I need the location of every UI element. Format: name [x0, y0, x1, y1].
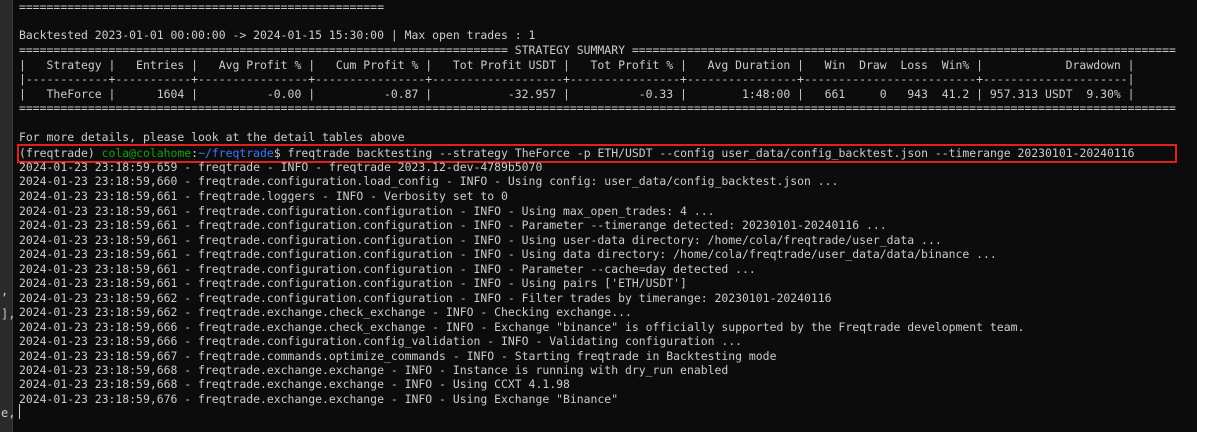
terminal-line: For more details, please look at the det… — [19, 130, 405, 144]
log-line: 2024-01-23 23:18:59,661 - freqtrade.conf… — [19, 218, 887, 232]
table-row: | TheForce | 1604 | -0.00 | -0.87 | -32.… — [19, 87, 1135, 101]
log-line: 2024-01-23 23:18:59,668 - freqtrade.exch… — [19, 363, 729, 377]
table-header-row: | Strategy | Entries | Avg Profit % | Cu… — [19, 58, 1135, 72]
log-line: 2024-01-23 23:18:59,662 - freqtrade.exch… — [19, 305, 632, 319]
log-line: 2024-01-23 23:18:59,661 - freqtrade.conf… — [19, 204, 715, 218]
log-line: 2024-01-23 23:18:59,661 - freqtrade.conf… — [19, 262, 756, 276]
table-separator: |------------+-----------+--------------… — [19, 72, 1135, 86]
log-line: 2024-01-23 23:18:59,661 - freqtrade.conf… — [19, 233, 942, 247]
text-cursor — [19, 404, 20, 419]
terminal-line: ========================================… — [19, 0, 384, 14]
strategy-summary-header: ========================================… — [19, 43, 1176, 57]
log-line: 2024-01-23 23:18:59,666 - freqtrade.exch… — [19, 320, 1025, 334]
terminal-output[interactable]: ========================================… — [13, 0, 1197, 432]
log-line: 2024-01-23 23:18:59,661 - freqtrade.logg… — [19, 189, 508, 203]
log-line: 2024-01-23 23:18:59,676 - freqtrade.exch… — [19, 392, 619, 406]
log-line: 2024-01-23 23:18:59,667 - freqtrade.comm… — [19, 349, 777, 363]
log-line: 2024-01-23 23:18:59,666 - freqtrade.conf… — [19, 334, 743, 348]
window-frame: , ], e, ================================… — [0, 0, 1212, 432]
log-line: 2024-01-23 23:18:59,659 - freqtrade - IN… — [19, 160, 543, 174]
log-line: 2024-01-23 23:18:59,662 - freqtrade.conf… — [19, 291, 832, 305]
window-edge — [1197, 0, 1212, 432]
gutter-mark: , — [1, 284, 9, 298]
table-footer: ========================================… — [19, 101, 1176, 115]
editor-gutter: , ], e, — [0, 0, 15, 432]
log-line: 2024-01-23 23:18:59,661 - freqtrade.conf… — [19, 276, 687, 290]
log-line: 2024-01-23 23:18:59,668 - freqtrade.exch… — [19, 377, 570, 391]
log-line: 2024-01-23 23:18:59,661 - freqtrade.conf… — [19, 247, 997, 261]
terminal-line: Backtested 2023-01-01 00:00:00 -> 2024-0… — [19, 28, 536, 42]
log-line: 2024-01-23 23:18:59,660 - freqtrade.conf… — [19, 174, 839, 188]
